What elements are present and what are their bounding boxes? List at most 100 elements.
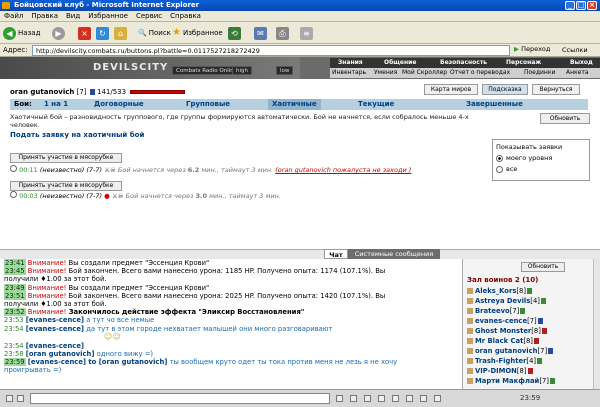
chat-input[interactable] [30,393,330,404]
radio-button[interactable]: Combats Radio Online [172,66,242,75]
sound-icon[interactable] [406,395,413,402]
nav-transfers[interactable]: Отчет о переводах [450,68,510,78]
menu-favorites[interactable]: Избранное [84,11,132,22]
nav-communication[interactable]: Общение [384,58,416,68]
chaotic-description: Хаотичный бой – разновидность группового… [10,113,469,129]
settings-icon[interactable] [392,395,399,402]
menu-file[interactable]: Файл [0,11,27,22]
channel-icon[interactable] [17,395,24,402]
swords-icon: ⚔☠ [104,166,116,174]
page-content: DEVILSCITY Combats Radio Online high low… [0,57,600,407]
hint-button[interactable]: Подсказка [482,84,528,95]
menu-edit[interactable]: Правка [27,11,62,22]
player-item[interactable]: Mr Black Cat[8] [467,337,539,345]
player-item[interactable]: Astreya Devils[4] [467,297,546,305]
roster-scrollbar[interactable] [593,259,600,389]
tab-finished[interactable]: Завершенные [466,99,523,110]
join-button[interactable]: Принять участие в мясорубке [10,181,122,191]
player-item[interactable]: Ghost Monster[8] [467,327,547,335]
nav-character[interactable]: Персонаж [506,58,541,68]
battle-select-radio[interactable] [10,165,17,172]
emoticon-icon[interactable] [6,395,13,402]
private-icon [467,348,473,354]
history-icon: ⟲ [228,26,241,40]
tab-contract[interactable]: Договорные [94,99,144,110]
history-button[interactable]: ⟲ [228,26,241,40]
nav-scroller[interactable]: Мой Скроллер [402,68,447,78]
player-item[interactable]: Brateevo[7] [467,307,526,315]
option-my-level[interactable]: моего уровня [496,154,586,162]
nav-skills[interactable]: Умения [374,68,397,78]
maximize-button[interactable]: □ [576,1,586,10]
address-input[interactable] [32,45,510,56]
join-button[interactable]: Принять участие в мясорубке [10,153,122,163]
minimize-button[interactable]: _ [565,1,575,10]
search-button[interactable]: 🔍 Поиск [138,26,171,40]
quality-high-button[interactable]: high [232,66,252,75]
user-name[interactable]: oran gutanovich [10,88,74,96]
translit-icon[interactable] [420,395,427,402]
nav-security[interactable]: Безопасность [440,58,487,68]
smiles-icon[interactable] [364,395,371,402]
tab-system-messages[interactable]: Системные сообщения [348,249,440,259]
battle-team: (неизвестно) (7-7) [39,166,103,174]
chat-line: 23:58 [oran gutanovich] одного вижу =) [4,350,154,359]
nav-exit[interactable]: Выход [570,58,593,68]
private-icon [467,338,473,344]
submit-request-link[interactable]: Подать заявку на хаотичный бой [10,131,144,139]
refresh-button[interactable]: ↻ [96,26,109,40]
info-icon [520,308,526,314]
player-item[interactable]: Марти Макфлай[7] [467,377,555,385]
filter-icon[interactable] [378,395,385,402]
radio-all[interactable] [496,165,503,173]
show-requests-title: Показывать заявки [496,143,563,151]
nav-knowledge[interactable]: Знания [338,58,363,68]
quality-low-button[interactable]: low [276,66,294,75]
player-item[interactable]: evanes-cence[7] [467,317,543,325]
links-button[interactable]: Ссылки [562,46,588,54]
send-icon[interactable] [336,395,343,402]
forward-arrow-icon: ▶ [52,26,65,40]
user-hp: 141/533 [96,88,127,96]
favorites-button[interactable]: ★ Избранное [172,26,223,40]
tab-chaotic[interactable]: Хаотичные [268,99,321,110]
map-button[interactable]: Карта миров [424,84,478,95]
home-button[interactable]: ⌂ [114,26,127,40]
menu-help[interactable]: Справка [166,11,205,22]
chat-header [0,249,600,259]
print-button[interactable]: ⎙ [276,26,289,40]
edit-button[interactable]: ≡ [300,26,313,40]
user-level: [7] [76,88,87,96]
forward-button[interactable]: ▶ [52,26,65,40]
tab-chat[interactable]: Чат [324,249,348,259]
clock: 23:59 [520,394,541,402]
back-arrow-icon: ◀ [3,26,16,40]
player-item[interactable]: Trash-Fighter[4] [467,357,543,365]
player-item[interactable]: oran gutanovich[7] [467,347,554,355]
menu-view[interactable]: Вид [62,11,84,22]
mail-button[interactable]: ✉ [254,26,267,40]
player-item[interactable]: VIP-DIMON[8] [467,367,533,375]
player-item[interactable]: Aleks_Kors[8] [467,287,533,295]
update-button[interactable]: Обновить [540,113,590,124]
back-game-button[interactable]: Вернуться [532,84,580,95]
tab-1v1[interactable]: 1 на 1 [44,99,68,110]
close-button[interactable]: × [587,1,597,10]
battle-select-radio[interactable] [10,191,17,198]
tab-group[interactable]: Групповые [186,99,230,110]
battle-time: 00:11 [19,166,38,174]
stop-button[interactable]: × [78,26,91,40]
exit-chat-icon[interactable] [434,395,441,402]
nav-profile[interactable]: Анкета [566,68,589,78]
menu-tools[interactable]: Сервис [132,11,166,22]
nav-battles[interactable]: Поединки [524,68,555,78]
info-icon[interactable] [89,89,95,95]
go-button[interactable]: ▶ Переход [514,45,550,53]
refresh-roster-button[interactable]: Обновить [521,262,565,272]
tab-current[interactable]: Текущие [358,99,394,110]
nav-inventory[interactable]: Инвентарь [332,68,366,78]
radio-my-level[interactable] [496,154,503,162]
option-all[interactable]: все [496,165,586,173]
clear-icon[interactable] [350,395,357,402]
back-button[interactable]: ◀ Назад [3,26,40,40]
